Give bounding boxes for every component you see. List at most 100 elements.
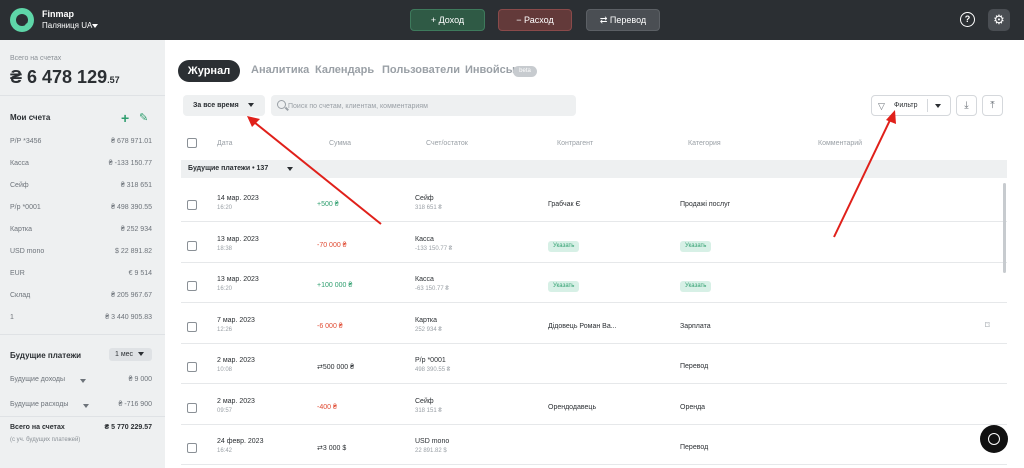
chevron-down-icon[interactable] bbox=[287, 167, 293, 171]
row-checkbox[interactable] bbox=[187, 443, 197, 453]
add-income-button[interactable]: + Доход bbox=[410, 9, 485, 31]
row-amount: ⇄3 000 $ bbox=[317, 445, 347, 452]
row-date: 24 февр. 2023 16:42 bbox=[217, 438, 264, 454]
row-account: Касса -133 150.77 ₴ bbox=[415, 235, 453, 252]
column-header-category[interactable]: Категория bbox=[688, 140, 721, 147]
scrollbar[interactable] bbox=[1003, 183, 1006, 273]
column-header-amount[interactable]: Сумма bbox=[329, 140, 351, 147]
edit-pencil-icon[interactable]: ✎ bbox=[139, 111, 148, 124]
upload-icon[interactable]: ⤒ bbox=[982, 95, 1003, 116]
tab-invoices[interactable]: Инвойсы bbox=[465, 64, 515, 76]
row-account: Сейф 318 151 ₴ bbox=[415, 397, 442, 414]
account-row[interactable]: Картка ₴ 252 934 bbox=[10, 226, 152, 238]
add-expense-button[interactable]: − Расход bbox=[498, 9, 572, 31]
row-counterparty: Грабчак Є bbox=[548, 201, 581, 208]
add-account-icon[interactable]: + bbox=[121, 110, 129, 126]
gear-icon[interactable]: ⚙ bbox=[988, 9, 1010, 31]
specify-counterparty-button[interactable]: Указать bbox=[548, 240, 580, 252]
row-checkbox[interactable] bbox=[187, 281, 197, 291]
divider bbox=[0, 416, 165, 417]
top-bar: Finmap Паляниця UA + Доход − Расход ⇄ Пе… bbox=[0, 0, 1024, 40]
annotation-arrowhead bbox=[247, 116, 260, 127]
row-category: Продажі послуг bbox=[680, 201, 731, 208]
row-date: 2 мар. 2023 10:08 bbox=[217, 357, 255, 373]
beta-badge: beta bbox=[513, 66, 537, 77]
search-input[interactable] bbox=[288, 99, 568, 113]
row-account: USD mono 22 891.82 $ bbox=[415, 438, 450, 454]
period-select[interactable]: За все время bbox=[183, 95, 265, 116]
row-amount: -6 000 ₴ bbox=[317, 322, 343, 330]
chevron-down-icon[interactable] bbox=[935, 104, 941, 108]
tab-analytics[interactable]: Аналитика bbox=[251, 64, 309, 76]
column-header-counterparty[interactable]: Контрагент bbox=[557, 140, 593, 147]
tag-icon[interactable]: ⌑ bbox=[985, 320, 990, 331]
table-row[interactable] bbox=[181, 222, 1007, 263]
tab-users[interactable]: Пользователи bbox=[382, 64, 460, 76]
row-checkbox[interactable] bbox=[187, 362, 197, 372]
select-all-checkbox[interactable] bbox=[187, 138, 197, 148]
chat-button[interactable] bbox=[980, 425, 1008, 453]
tab-calendar[interactable]: Календарь bbox=[315, 64, 374, 76]
chevron-down-icon[interactable] bbox=[92, 24, 98, 28]
divider bbox=[0, 334, 165, 335]
row-amount: +500 ₴ bbox=[317, 201, 339, 208]
help-icon[interactable]: ? bbox=[960, 12, 975, 27]
account-row[interactable]: Касса ₴ -133 150.77 bbox=[10, 160, 152, 172]
company-switcher[interactable]: Паляниця UA bbox=[42, 21, 92, 30]
tab-journal[interactable]: Журнал bbox=[178, 60, 240, 82]
row-checkbox[interactable] bbox=[187, 200, 197, 210]
row-account: Сейф 318 651 ₴ bbox=[415, 195, 442, 211]
row-date: 14 мар. 2023 16:20 bbox=[217, 195, 259, 211]
future-payments-title: Будущие платежи bbox=[10, 351, 82, 360]
row-checkbox[interactable] bbox=[187, 402, 197, 413]
row-account: Картка 252 934 ₴ bbox=[415, 316, 442, 333]
account-row[interactable]: EUR € 9 514 bbox=[10, 270, 152, 282]
download-icon[interactable]: ⤓ bbox=[956, 95, 977, 116]
forecast-total-value: ₴ 5 770 229.57 bbox=[104, 424, 153, 431]
column-header-comment[interactable]: Комментарий bbox=[818, 140, 862, 147]
column-header-date[interactable]: Дата bbox=[217, 140, 233, 147]
chat-bubble-icon bbox=[988, 433, 1000, 445]
row-checkbox[interactable] bbox=[187, 321, 197, 332]
column-header-account[interactable]: Счет/остаток bbox=[426, 140, 468, 147]
table-row[interactable] bbox=[181, 424, 1007, 465]
account-row[interactable]: Сейф ₴ 318 651 bbox=[10, 182, 152, 194]
specify-counterparty-button[interactable]: Указать bbox=[548, 281, 580, 292]
account-row[interactable]: P/P *3456 ₴ 678 971.01 bbox=[10, 138, 152, 150]
filter-button[interactable]: ▽ Фильтр bbox=[871, 95, 951, 116]
row-date: 13 мар. 2023 16:20 bbox=[217, 276, 259, 292]
chevron-down-icon bbox=[247, 103, 254, 108]
specify-category-button[interactable]: Указать bbox=[680, 240, 712, 252]
filter-funnel-icon: ▽ bbox=[878, 101, 885, 111]
account-row[interactable]: USD mono $ 22 891.82 bbox=[10, 248, 152, 260]
balance-label: Всего на счетах bbox=[10, 55, 62, 62]
forecast-total-label: Всего на счетах bbox=[10, 424, 65, 431]
specify-category-button[interactable]: Указать bbox=[680, 281, 712, 292]
row-checkbox[interactable] bbox=[187, 240, 197, 251]
chevron-down-icon[interactable] bbox=[83, 404, 89, 408]
row-category: Перевод bbox=[680, 363, 709, 370]
group-label: Будущие платежи • 137 bbox=[188, 165, 269, 172]
table-row[interactable] bbox=[181, 181, 1007, 222]
table-row[interactable] bbox=[181, 262, 1007, 303]
future-payments-group[interactable] bbox=[181, 160, 1007, 178]
row-counterparty: Дідовець Роман Ва... bbox=[548, 322, 617, 330]
accounts-title: Мои счета bbox=[10, 113, 51, 122]
account-row[interactable]: Склад ₴ 205 967.67 bbox=[10, 292, 152, 304]
future-expense-row[interactable]: Будущие расходы ₴ -716 900 bbox=[10, 401, 152, 413]
row-amount: -400 ₴ bbox=[317, 403, 337, 411]
account-row[interactable]: Р/р *0001 ₴ 498 390.55 bbox=[10, 204, 152, 216]
account-row[interactable]: 1 ₴ 3 440 905.83 bbox=[10, 314, 152, 326]
row-counterparty: Орендодавець bbox=[548, 403, 597, 411]
add-transfer-button[interactable]: ⇄ Перевод bbox=[586, 9, 660, 31]
future-period-select[interactable]: 1 мес bbox=[109, 348, 152, 361]
finmap-logo-icon[interactable] bbox=[10, 8, 34, 32]
row-amount: ⇄500 000 ₴ bbox=[317, 364, 355, 371]
row-amount: -70 000 ₴ bbox=[317, 241, 347, 249]
brand-name: Finmap bbox=[42, 9, 75, 19]
row-category: Перевод bbox=[680, 444, 709, 451]
row-date: 2 мар. 2023 09:57 bbox=[217, 397, 255, 414]
table-row[interactable] bbox=[181, 343, 1007, 384]
chevron-down-icon[interactable] bbox=[80, 379, 86, 383]
row-date: 13 мар. 2023 18:38 bbox=[217, 235, 259, 252]
